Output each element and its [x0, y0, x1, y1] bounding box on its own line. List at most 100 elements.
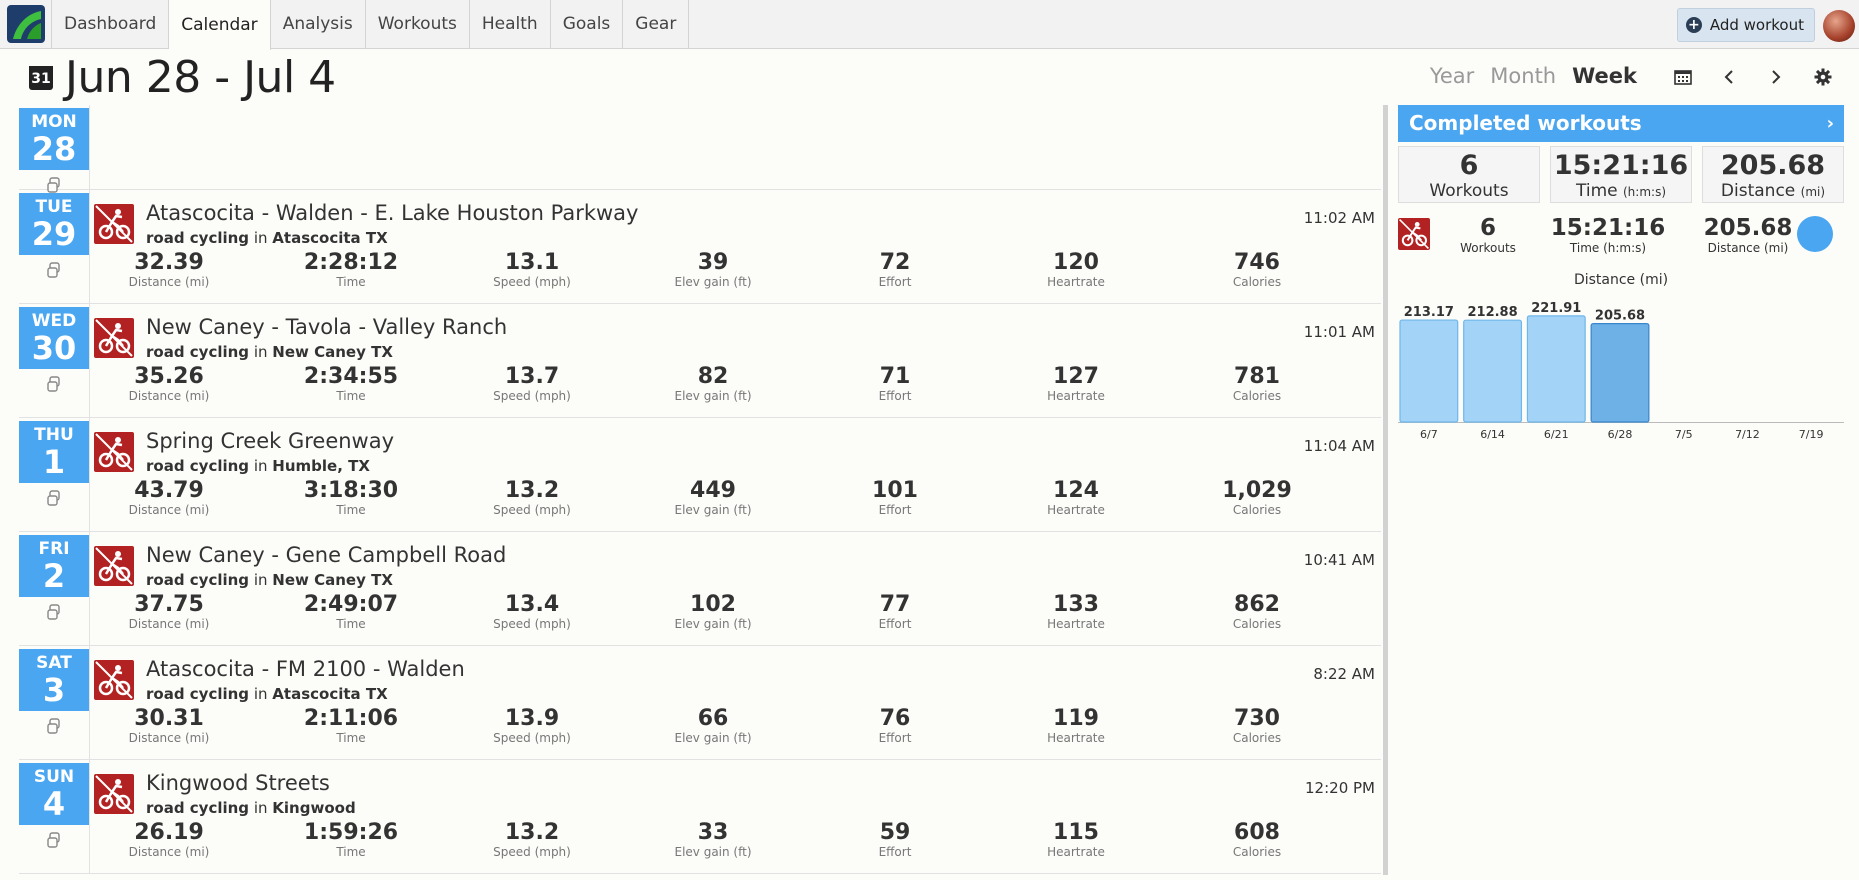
- summary-row-distance-label: Distance (mi): [1707, 241, 1789, 255]
- metric-value: 1,029: [1222, 478, 1292, 503]
- gear-icon[interactable]: [1810, 64, 1836, 90]
- tab-analysis[interactable]: Analysis: [271, 0, 366, 48]
- link-icon[interactable]: [46, 376, 62, 392]
- summary-distance-label: Distance (mi): [1720, 181, 1826, 201]
- metric-label: Speed (mph): [493, 617, 571, 631]
- day-badge[interactable]: SUN 4: [19, 763, 89, 825]
- mini-calendar-icon[interactable]: [1670, 64, 1696, 90]
- metric-label: Effort: [878, 275, 912, 289]
- cycling-icon: [94, 432, 134, 472]
- day-badge[interactable]: WED 30: [19, 307, 89, 369]
- metric-value: 120: [1053, 250, 1099, 275]
- panel-divider[interactable]: [1383, 105, 1388, 875]
- bar-6/21[interactable]: [1526, 315, 1586, 423]
- add-workout-button[interactable]: + Add workout: [1676, 8, 1815, 42]
- view-month[interactable]: Month: [1490, 64, 1556, 88]
- metric-label: Distance (mi): [128, 389, 210, 403]
- x-tick-label: 6/14: [1480, 428, 1505, 441]
- workout-entry[interactable]: Atascocita - Walden - E. Lake Houston Pa…: [94, 190, 1381, 302]
- week-days-list: MON 28 TUE 29 Atascocita - Walden - E. Lake …: [19, 105, 1381, 875]
- day-badge[interactable]: FRI 2: [19, 535, 89, 597]
- completed-workouts-title: Completed workouts: [1409, 111, 1642, 135]
- workout-entry[interactable]: Kingwood Streets road cycling in Kingwood…: [94, 760, 1381, 872]
- metric-elev-gain: 33 Elev gain (ft): [633, 821, 793, 860]
- metric-time: 3:18:30 Time: [271, 479, 431, 518]
- day-badge[interactable]: TUE 29: [19, 193, 89, 255]
- metric-calories: 862 Calories: [1177, 593, 1337, 632]
- cycling-icon: [94, 204, 134, 244]
- metric-speed: 13.9 Speed (mph): [452, 707, 612, 746]
- tab-gear[interactable]: Gear: [623, 0, 690, 48]
- next-icon[interactable]: [1763, 64, 1789, 90]
- metric-distance: 43.79 Distance (mi): [89, 479, 249, 518]
- link-icon[interactable]: [46, 490, 62, 506]
- legend-color-dot: [1797, 216, 1833, 252]
- bar-value-label: 221.91: [1531, 301, 1581, 316]
- metric-value: 30.31: [134, 706, 204, 731]
- tab-workouts[interactable]: Workouts: [366, 0, 470, 48]
- workout-entry[interactable]: Spring Creek Greenway road cycling in Hum…: [94, 418, 1381, 530]
- metric-distance: 26.19 Distance (mi): [89, 821, 249, 860]
- workout-title[interactable]: New Caney - Gene Campbell Road: [146, 543, 506, 567]
- metric-label: Heartrate: [1047, 617, 1105, 631]
- workout-title[interactable]: Atascocita - FM 2100 - Walden: [146, 657, 465, 681]
- metric-elev-gain: 449 Elev gain (ft): [633, 479, 793, 518]
- previous-icon[interactable]: [1716, 64, 1742, 90]
- metric-value: 66: [697, 706, 729, 731]
- tab-health[interactable]: Health: [470, 0, 551, 48]
- metric-label: Calories: [1232, 389, 1282, 403]
- tab-goals[interactable]: Goals: [551, 0, 624, 48]
- workout-title[interactable]: New Caney - Tavola - Valley Ranch: [146, 315, 507, 339]
- link-icon[interactable]: [46, 604, 62, 620]
- metric-value: 608: [1234, 820, 1280, 845]
- link-icon[interactable]: [46, 832, 62, 848]
- metric-value: 76: [879, 706, 911, 731]
- bar-6/28[interactable]: [1590, 323, 1650, 423]
- workout-title[interactable]: Kingwood Streets: [146, 771, 330, 795]
- metric-value: 746: [1234, 250, 1280, 275]
- metric-value: 13.2: [504, 820, 560, 845]
- link-icon[interactable]: [46, 262, 62, 278]
- workout-entry[interactable]: New Caney - Tavola - Valley Ranch road cy…: [94, 304, 1381, 416]
- workout-sport: road cycling: [146, 343, 250, 361]
- summary-row-workouts: 6 Workouts: [1448, 215, 1528, 255]
- completed-workouts-header[interactable]: Completed workouts ›: [1398, 105, 1844, 142]
- metric-time: 2:34:55 Time: [271, 365, 431, 404]
- workout-title[interactable]: Spring Creek Greenway: [146, 429, 394, 453]
- row-separator: [89, 105, 90, 189]
- metric-label: Time: [336, 275, 366, 289]
- summary-row-distance: 205.68 Distance (mi): [1698, 215, 1798, 255]
- metric-label: Time: [336, 731, 366, 745]
- view-year[interactable]: Year: [1430, 64, 1474, 88]
- metric-effort: 72 Effort: [815, 251, 975, 290]
- day-number: 4: [42, 785, 66, 823]
- day-badge[interactable]: MON 28: [19, 108, 89, 170]
- bar-6/7[interactable]: [1399, 319, 1459, 423]
- workout-in: in: [253, 457, 268, 475]
- summary-time-box: 15:21:16 Time (h:m:s): [1550, 146, 1692, 203]
- metric-value: 730: [1234, 706, 1280, 731]
- workout-title[interactable]: Atascocita - Walden - E. Lake Houston Pa…: [146, 201, 638, 225]
- metric-speed: 13.2 Speed (mph): [452, 820, 612, 860]
- tab-dashboard[interactable]: Dashboard: [51, 0, 170, 48]
- metric-label: Heartrate: [1047, 275, 1105, 289]
- metric-label: Elev gain (ft): [674, 617, 752, 631]
- tab-calendar[interactable]: Calendar: [169, 0, 271, 50]
- metric-label: Elev gain (ft): [674, 389, 752, 403]
- day-row: SAT 3 Atascocita - FM 2100 - Walden road cy…: [19, 646, 1381, 760]
- x-tick-label: 6/7: [1420, 428, 1438, 441]
- metric-label: Distance (mi): [128, 731, 210, 745]
- metric-calories: 730 Calories: [1177, 706, 1337, 746]
- avatar[interactable]: [1823, 10, 1855, 42]
- top-nav: Dashboard Calendar Analysis Workouts Hea…: [0, 0, 1859, 50]
- bar-6/14[interactable]: [1463, 319, 1523, 423]
- workout-entry[interactable]: Atascocita - FM 2100 - Walden road cyclin…: [94, 646, 1381, 758]
- day-badge[interactable]: SAT 3: [19, 649, 89, 711]
- workout-entry[interactable]: New Caney - Gene Campbell Road road cycli…: [94, 532, 1381, 644]
- day-badge[interactable]: THU 1: [19, 421, 89, 483]
- view-week[interactable]: Week: [1572, 64, 1637, 88]
- link-icon[interactable]: [46, 718, 62, 734]
- metric-value: 119: [1053, 706, 1099, 731]
- metric-label: Distance (mi): [128, 845, 210, 859]
- app-logo[interactable]: [7, 5, 45, 43]
